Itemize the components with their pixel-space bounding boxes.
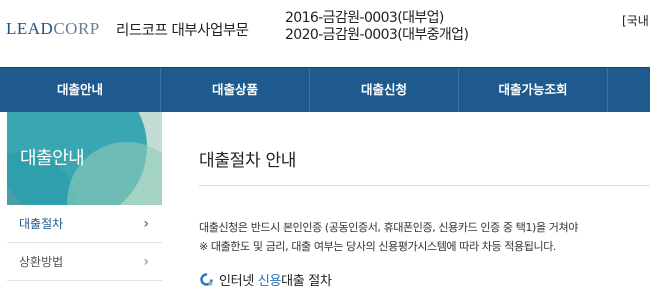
disclaimer-text: ※ 대출한도 및 금리, 대출 여부는 당사의 신용평가시스템에 따라 차등 적… <box>199 240 557 253</box>
leadcorp-logo[interactable]: LEADCORP <box>6 19 100 39</box>
sidebar-item-loan-process[interactable]: 대출절차 › <box>7 205 162 243</box>
registration-number-brokerage: 2020-금감원-0003(대부중개업) <box>285 27 469 43</box>
logo-corp-text: CORP <box>53 19 100 38</box>
registration-numbers: 2016-금감원-0003(대부업) 2020-금감원-0003(대부중개업) <box>285 10 469 44</box>
section-heading: 인터넷 신용대출 절차 <box>200 270 332 289</box>
section-heading-highlight: 신용 <box>257 274 282 289</box>
nav-item-loan-application[interactable]: 대출신청 <box>310 68 458 112</box>
title-divider <box>199 185 650 186</box>
sidebar-menu: 대출절차 › 상환방법 › <box>7 205 162 281</box>
language-link[interactable]: [국내 <box>622 12 649 29</box>
sidebar-item-label: 상환방법 <box>19 255 64 269</box>
nav-item-loan-products[interactable]: 대출상품 <box>161 68 309 112</box>
notice-text: 대출신청은 반드시 본인인증 (공동인증서, 휴대폰인증, 신용카드 인증 중 … <box>199 221 578 234</box>
chevron-right-icon: › <box>143 216 149 232</box>
sidebar-item-label: 대출절차 <box>19 217 64 231</box>
sidebar-title: 대출안내 <box>20 148 85 169</box>
registration-number-lending: 2016-금감원-0003(대부업) <box>285 10 444 26</box>
circle-bullet-icon <box>200 273 213 286</box>
nav-item-loan-eligibility[interactable]: 대출가능조회 <box>459 68 607 112</box>
main-nav: 대출안내 대출상품 대출신청 대출가능조회 <box>0 67 650 112</box>
logo-lead-text: LEAD <box>6 19 54 38</box>
page-title: 대출절차 안내 <box>199 151 297 171</box>
nav-divider <box>607 68 608 112</box>
section-heading-prefix: 인터넷 <box>219 274 258 289</box>
chevron-right-icon: › <box>143 254 149 270</box>
sidebar-item-repayment[interactable]: 상환방법 › <box>7 243 162 281</box>
nav-item-loan-guide[interactable]: 대출안내 <box>0 68 160 112</box>
sidebar-banner: 대출안내 <box>7 112 162 205</box>
company-name: 리드코프 대부사업부문 <box>116 23 249 39</box>
site-header: LEADCORP 리드코프 대부사업부문 2016-금감원-0003(대부업) … <box>0 0 650 67</box>
section-heading-suffix: 대출 절차 <box>281 274 332 289</box>
